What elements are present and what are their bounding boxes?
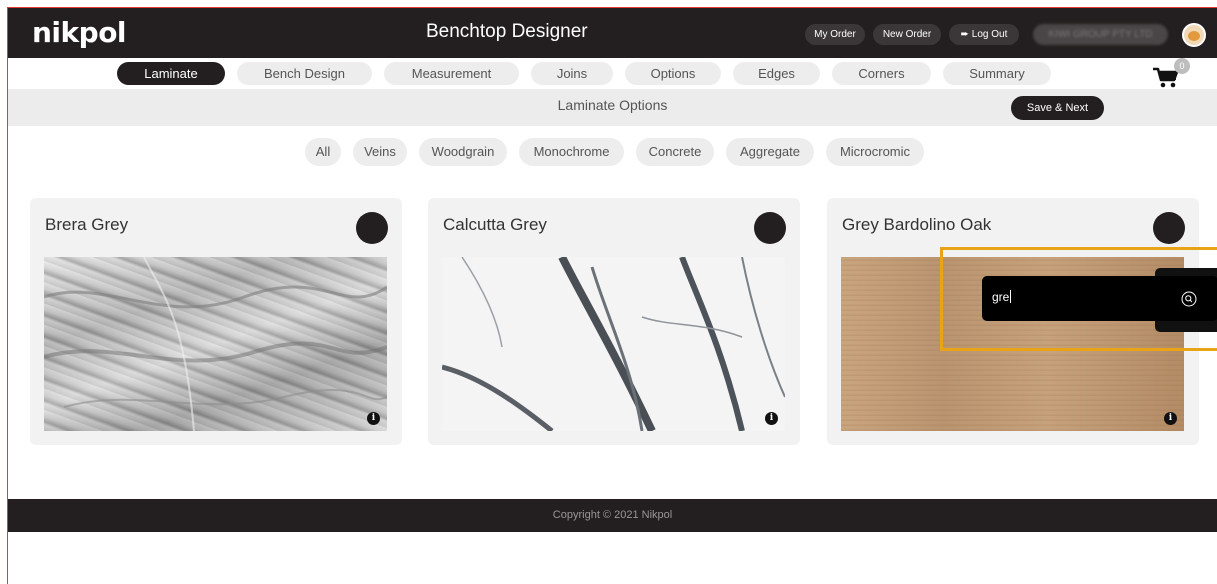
- tab-measurement[interactable]: Measurement: [384, 62, 519, 85]
- filter-concrete[interactable]: Concrete: [636, 138, 714, 166]
- my-order-button[interactable]: My Order: [805, 24, 865, 45]
- tab-options[interactable]: Options: [625, 62, 721, 85]
- info-icon[interactable]: i: [765, 412, 778, 425]
- new-order-button[interactable]: New Order: [873, 24, 941, 45]
- tab-joins[interactable]: Joins: [531, 62, 613, 85]
- product-card[interactable]: Calcutta Grey i: [428, 198, 800, 445]
- search-input-value[interactable]: gre: [992, 290, 1012, 304]
- filter-veins[interactable]: Veins: [353, 138, 407, 166]
- filter-all[interactable]: All: [305, 138, 341, 166]
- marble-texture: [442, 257, 785, 431]
- tab-laminate[interactable]: Laminate: [117, 62, 225, 85]
- top-bar: nikpol Benchtop Designer My Order New Or…: [8, 8, 1217, 58]
- cart-count-badge: 0: [1174, 58, 1190, 74]
- step-tabs: Laminate Bench Design Measurement Joins …: [0, 58, 1217, 88]
- tab-summary[interactable]: Summary: [943, 62, 1051, 85]
- log-out-button[interactable]: ➨ Log Out: [949, 24, 1019, 45]
- avatar[interactable]: [1182, 23, 1206, 47]
- filter-aggregate[interactable]: Aggregate: [726, 138, 814, 166]
- app-title: Benchtop Designer: [426, 21, 588, 42]
- tab-edges[interactable]: Edges: [733, 62, 820, 85]
- nikpol-logo[interactable]: nikpol: [32, 16, 127, 49]
- marble-texture: [44, 257, 387, 431]
- copyright-text: Copyright © 2021 Nikpol: [552, 509, 673, 521]
- product-name: Calcutta Grey: [443, 215, 547, 234]
- section-bar: Laminate Options Save & Next: [8, 89, 1217, 126]
- product-name: Grey Bardolino Oak: [842, 215, 992, 234]
- product-image[interactable]: i: [442, 257, 785, 431]
- filter-woodgrain[interactable]: Woodgrain: [419, 138, 507, 166]
- log-out-label: Log Out: [971, 29, 1008, 40]
- account-name[interactable]: KIWI GROUP PTY LTD: [1033, 24, 1168, 45]
- select-swatch-button[interactable]: [356, 212, 388, 244]
- search-icon[interactable]: [1181, 291, 1197, 307]
- footer: Copyright © 2021 Nikpol: [8, 499, 1217, 532]
- info-icon[interactable]: i: [367, 412, 380, 425]
- select-swatch-button[interactable]: [754, 212, 786, 244]
- filter-microcromic[interactable]: Microcromic: [826, 138, 924, 166]
- save-and-next-button[interactable]: Save & Next: [1011, 96, 1104, 120]
- product-name: Brera Grey: [45, 215, 129, 234]
- tab-bench-design[interactable]: Bench Design: [237, 62, 372, 85]
- tab-corners[interactable]: Corners: [832, 62, 931, 85]
- log-out-icon: ➨: [960, 29, 969, 40]
- product-image[interactable]: i: [44, 257, 387, 431]
- filter-monochrome[interactable]: Monochrome: [519, 138, 624, 166]
- info-icon[interactable]: i: [1164, 412, 1177, 425]
- product-card[interactable]: Brera Grey i: [30, 198, 402, 445]
- select-swatch-button[interactable]: [1153, 212, 1185, 244]
